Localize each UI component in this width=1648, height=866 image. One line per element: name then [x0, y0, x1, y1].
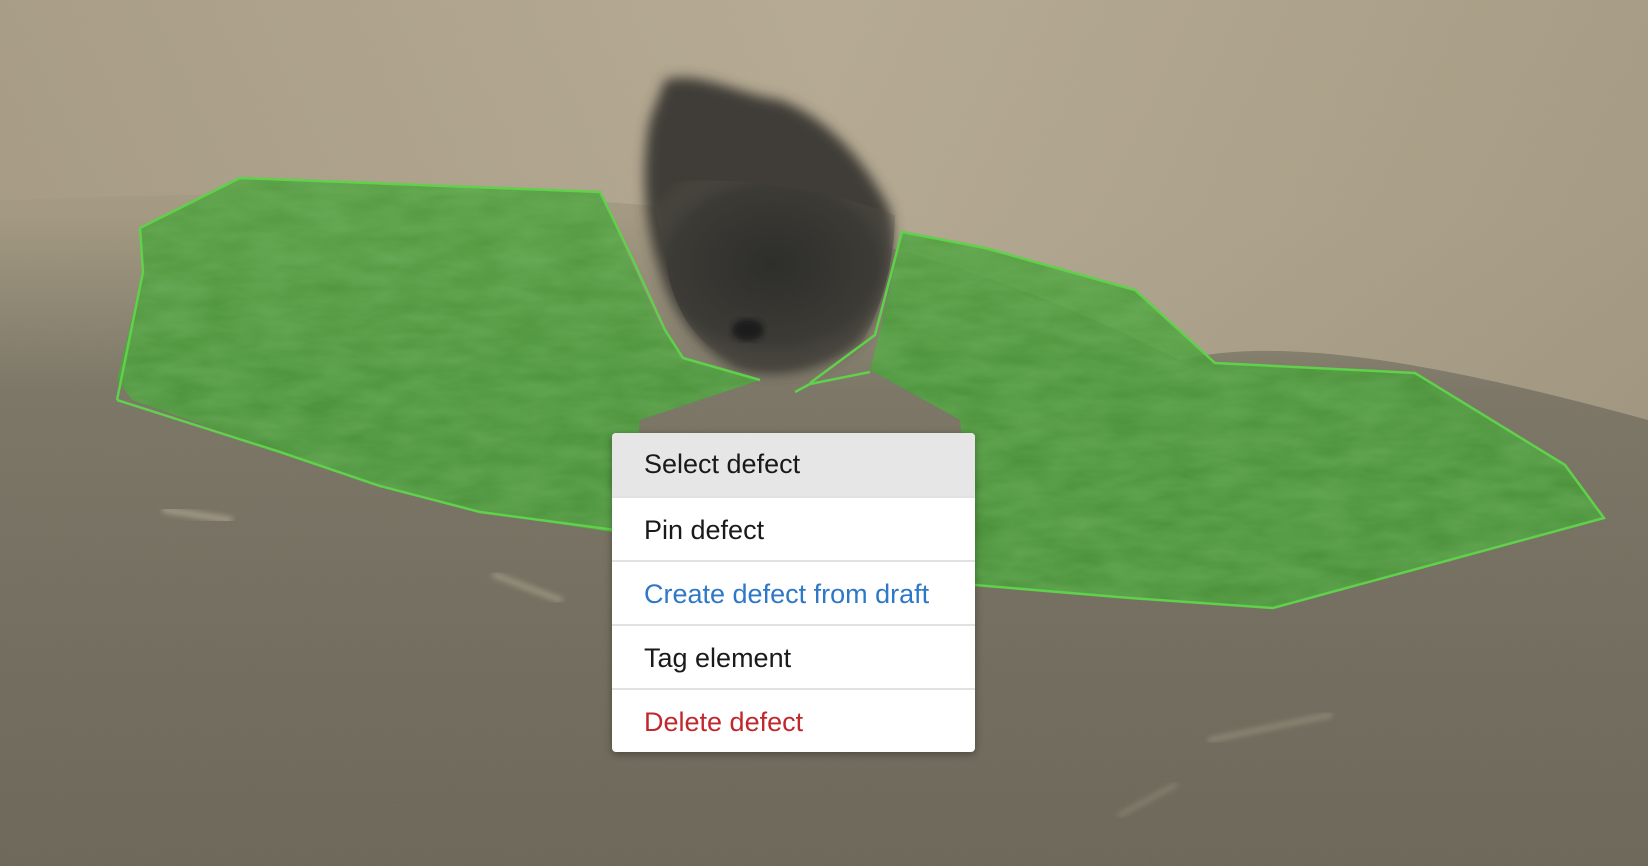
menu-item-pin-defect[interactable]: Pin defect [612, 496, 975, 560]
spall-hole-core [732, 319, 764, 341]
menu-item-delete-defect[interactable]: Delete defect [612, 688, 975, 752]
context-menu: Select defect Pin defect Create defect f… [612, 433, 975, 752]
menu-item-select-defect[interactable]: Select defect [612, 433, 975, 496]
menu-item-tag-element[interactable]: Tag element [612, 624, 975, 688]
inspection-viewport[interactable]: Select defect Pin defect Create defect f… [0, 0, 1648, 866]
menu-item-create-defect-from-draft[interactable]: Create defect from draft [612, 560, 975, 624]
